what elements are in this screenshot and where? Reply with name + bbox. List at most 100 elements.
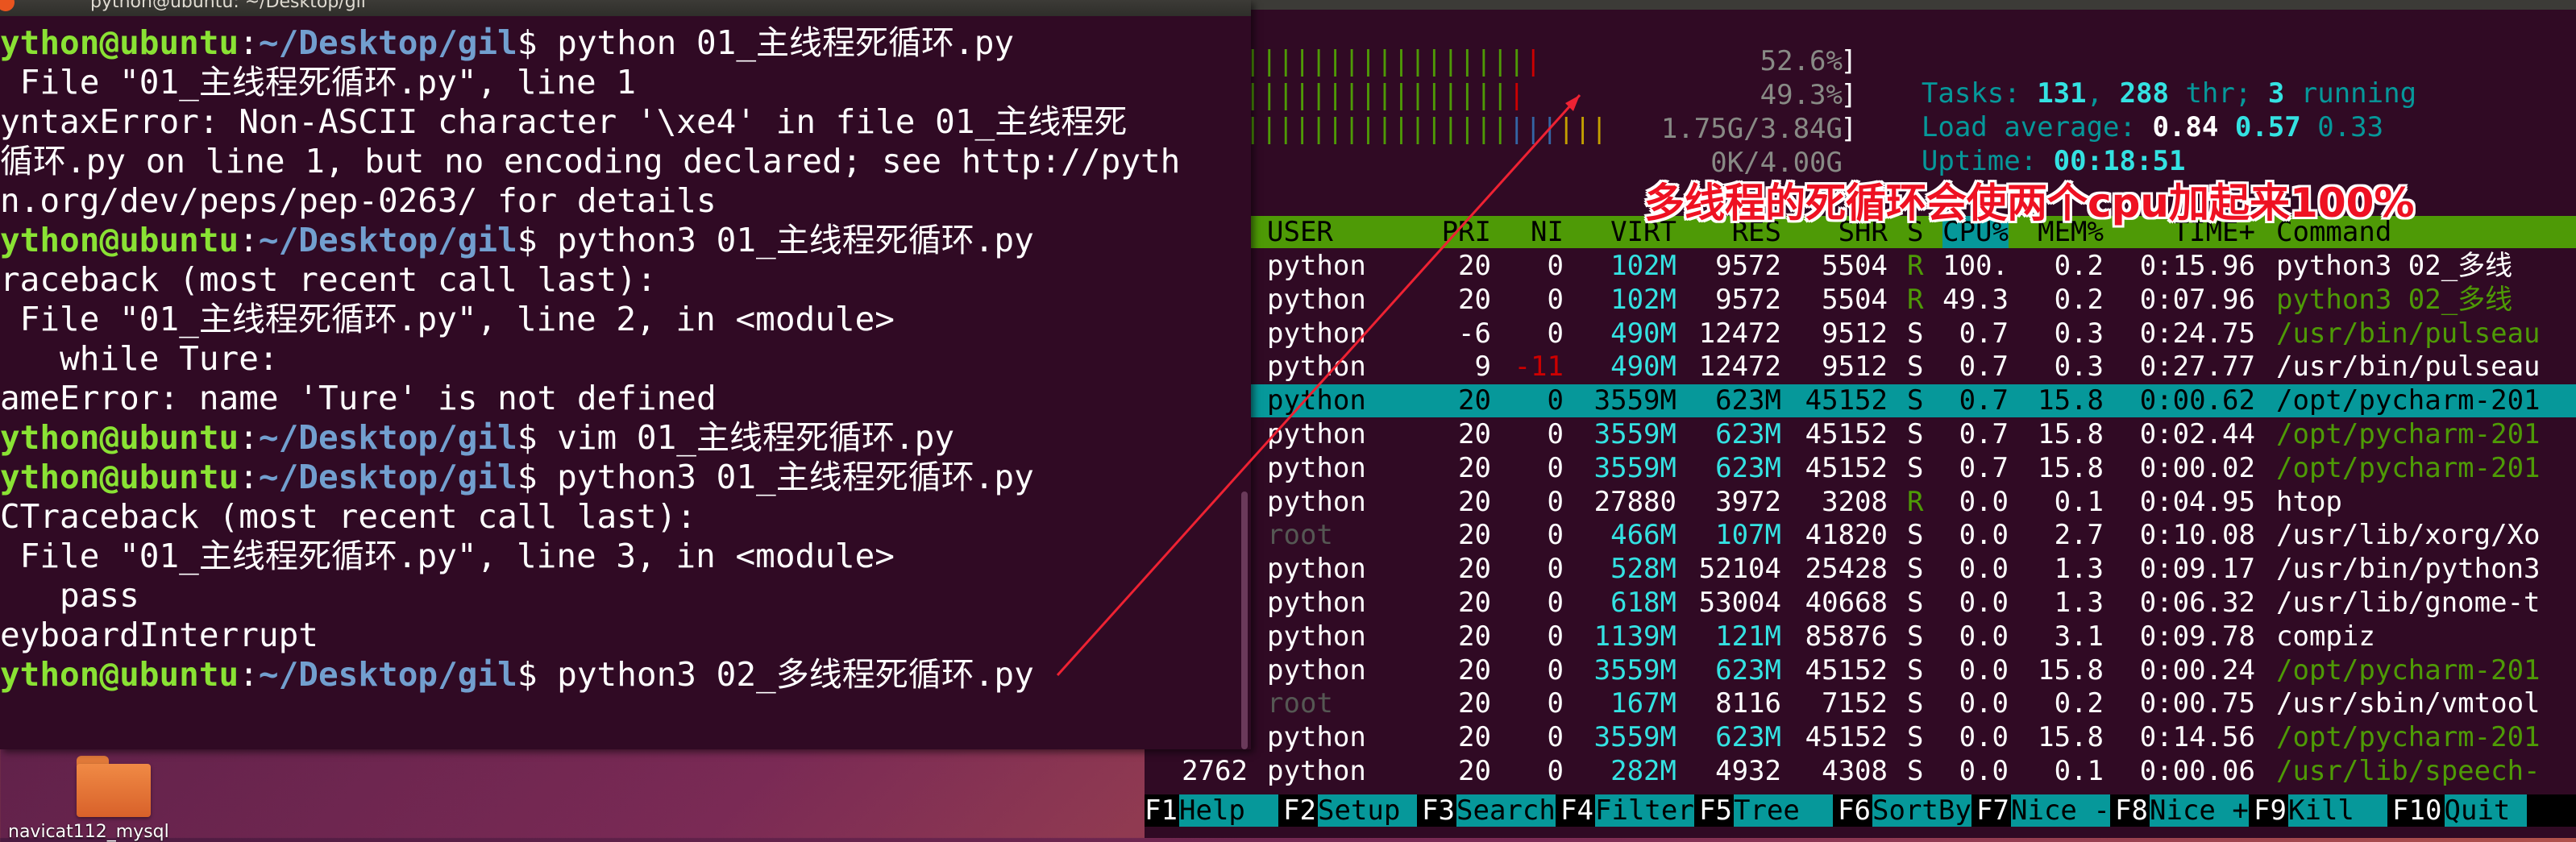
process-time: 0:07.96	[2139, 283, 2255, 316]
fkey-label-f4[interactable]: Filter	[1595, 794, 1694, 827]
process-res: 53004	[1698, 587, 1781, 619]
process-pri: 20	[1458, 553, 1491, 586]
process-shr: 45152	[1805, 384, 1888, 417]
process-row[interactable]: python 20 0 102M 9572 5504 R 100. 0.2 0:15.96 pyth…	[1145, 250, 2576, 283]
process-shr: 9512	[1822, 317, 1888, 350]
process-s: R	[1907, 485, 1924, 518]
close-icon[interactable]	[0, 0, 15, 11]
process-user: python	[1267, 485, 1366, 518]
process-user: python	[1267, 587, 1366, 619]
process-mem: 2.7	[2054, 519, 2104, 552]
fkey-label-f6[interactable]: SortBy	[1872, 794, 1971, 827]
process-virt: 466M	[1610, 519, 1676, 552]
process-res: 107M	[1715, 519, 1781, 552]
process-row[interactable]: python 20 0 102M 9572 5504 R 49.3 0.2 0:07.96 pyth…	[1145, 284, 2576, 317]
process-res: 623M	[1715, 721, 1781, 754]
fkey-f7[interactable]: F7	[1976, 794, 2009, 827]
process-row[interactable]: python 20 0 3559M 623M 45152 S 0.7 15.8 0:02.44/o…	[1145, 418, 2576, 451]
terminal-scrollbar[interactable]	[1241, 492, 1248, 749]
process-user: python	[1267, 755, 1366, 787]
fkey-f10[interactable]: F10	[2392, 794, 2441, 827]
prompt-separator: :	[239, 23, 259, 62]
process-pri: 20	[1458, 250, 1491, 282]
fkey-label-f5[interactable]: Tree	[1734, 794, 1833, 827]
process-ni: 0	[1547, 553, 1564, 586]
process-row[interactable]: python 20 0 528M 52104 25428 S 0.0 1.3 0:09.17/us…	[1145, 553, 2576, 586]
htop-titlebar[interactable]	[1145, 0, 2576, 10]
process-row[interactable]: python 9 -11 490M 12472 9512 S 0.7 0.3 0:27.77/us…	[1145, 350, 2576, 384]
fkey-f3[interactable]: F3	[1422, 794, 1455, 827]
process-s: S	[1907, 384, 1924, 417]
process-cpu: 0.0	[1959, 755, 2009, 787]
meter-bars: |||||||||||||||||	[1244, 79, 1525, 111]
output-text: pass	[0, 576, 139, 615]
column-header-pri[interactable]: PRI	[1442, 216, 1491, 248]
process-row[interactable]: python 20 0 3559M 623M 45152 S 0.0 15.8 0:14.56/o…	[1145, 721, 2576, 754]
process-row[interactable]: python 20 0 3559M 623M 45152 S 0.7 15.8 0:00.02/o…	[1145, 452, 2576, 485]
process-mem: 0.1	[2054, 755, 2104, 787]
folder-icon[interactable]	[77, 756, 151, 819]
process-shr: 9512	[1822, 350, 1888, 384]
function-key-bar[interactable]: F1 Help F2 Setup F3 Search F4 Filter F5 Tree F6…	[1145, 794, 2576, 827]
fkey-f9[interactable]: F9	[2254, 794, 2287, 827]
process-row[interactable]: root 20 0 466M 107M 41820 S 0.0 2.7 0:10.08/usr/l…	[1145, 519, 2576, 552]
process-cpu: 0.0	[1959, 687, 2009, 720]
fkey-f5[interactable]: F5	[1699, 794, 1732, 827]
process-user: root	[1267, 519, 1333, 552]
fkey-label-f9[interactable]: Kill	[2288, 794, 2387, 827]
terminal-window[interactable]: python@ubuntu: ~/Desktop/gil ython@ubunt…	[0, 0, 1251, 749]
process-cpu: 0.0	[1959, 620, 2009, 653]
process-ni: 0	[1547, 687, 1564, 720]
process-s: S	[1907, 553, 1924, 586]
process-user: python	[1267, 250, 1366, 282]
terminal-output[interactable]: ython@ubuntu:~/Desktop/gil$ python 01_主线…	[0, 23, 1251, 740]
fkey-label-f7[interactable]: Nice -	[2011, 794, 2110, 827]
fkey-label-f1[interactable]: Help	[1179, 794, 1278, 827]
fkey-f6[interactable]: F6	[1838, 794, 1871, 827]
fkey-f2[interactable]: F2	[1283, 794, 1316, 827]
uptime-stat: Uptime: 00:18:51	[1921, 145, 2186, 177]
fkey-label-f8[interactable]: Nice +	[2150, 794, 2249, 827]
column-header-user[interactable]: USER	[1267, 216, 1333, 248]
process-virt: 490M	[1610, 317, 1676, 350]
terminal-titlebar[interactable]: python@ubuntu: ~/Desktop/gil	[0, 0, 1251, 16]
process-row[interactable]: python 20 0 1139M 121M 85876 S 0.0 3.1 0:09.78 com…	[1145, 620, 2576, 653]
fkey-label-f2[interactable]: Setup	[1318, 794, 1417, 827]
process-user: python	[1267, 350, 1366, 384]
process-shr: 45152	[1805, 653, 1888, 686]
process-res: 623M	[1715, 384, 1781, 417]
process-row[interactable]: python 20 0 3559M 623M 45152 S 0.7 15.8 0:00.62/o…	[1145, 384, 2576, 418]
process-virt: 490M	[1610, 350, 1676, 384]
process-ni: 0	[1547, 519, 1564, 552]
process-row[interactable]: python 20 0 3559M 623M 45152 S 0.0 15.8 0:00.24/o…	[1145, 654, 2576, 687]
fkey-label-f10[interactable]: Quit	[2444, 794, 2527, 827]
fkey-label-f3[interactable]: Search	[1456, 794, 1556, 827]
command-text: $ python3 01_主线程死循环.py	[517, 221, 1034, 259]
column-header-ni[interactable]: NI	[1531, 216, 1564, 248]
fkey-f1[interactable]: F1	[1145, 794, 1178, 827]
prompt-path: ~/Desktop/gil	[258, 418, 517, 457]
process-mem: 3.1	[2054, 620, 2104, 653]
desktop-folder-shortcut[interactable]: navicat112_mysql	[0, 741, 226, 842]
process-cmd: /opt/pycharm-201	[2276, 418, 2541, 450]
process-time: 0:00.62	[2139, 384, 2255, 417]
process-ni: 0	[1547, 653, 1564, 686]
terminal-line: 循环.py on line 1, but no encoding declare…	[0, 141, 1180, 181]
process-row[interactable]: python 20 0 27880 3972 3208 R 0.0 0.1 0:04.95 htop	[1145, 486, 2576, 519]
fkey-f4[interactable]: F4	[1560, 794, 1593, 827]
process-row[interactable]: root 20 0 167M 8116 7152 S 0.0 0.2 0:00.75/usr/sb…	[1145, 687, 2576, 720]
process-user: root	[1267, 687, 1333, 720]
meter-bar-yellow: |||	[1557, 113, 1608, 145]
process-row[interactable]: 2762 python 20 0 282M 4932 4308 S 0.0 0.1 0:00.06 /…	[1145, 755, 2576, 788]
process-s: S	[1907, 653, 1924, 686]
htop-window[interactable]: |||||||||||||||||| 52.6%] ||||||||||||||||…	[1145, 0, 2576, 838]
process-cpu: 0.0	[1959, 519, 2009, 552]
process-res: 3972	[1715, 485, 1781, 518]
process-row[interactable]: python -6 0 490M 12472 9512 S 0.7 0.3 0:24.75/usr…	[1145, 317, 2576, 350]
process-shr: 5504	[1822, 250, 1888, 282]
process-row[interactable]: python 20 0 618M 53004 40668 S 0.0 1.3 0:06.32/us…	[1145, 587, 2576, 620]
fkey-f8[interactable]: F8	[2115, 794, 2148, 827]
process-cpu: 0.7	[1959, 317, 2009, 350]
process-ni: -11	[1514, 350, 1564, 384]
process-s: S	[1907, 687, 1924, 720]
